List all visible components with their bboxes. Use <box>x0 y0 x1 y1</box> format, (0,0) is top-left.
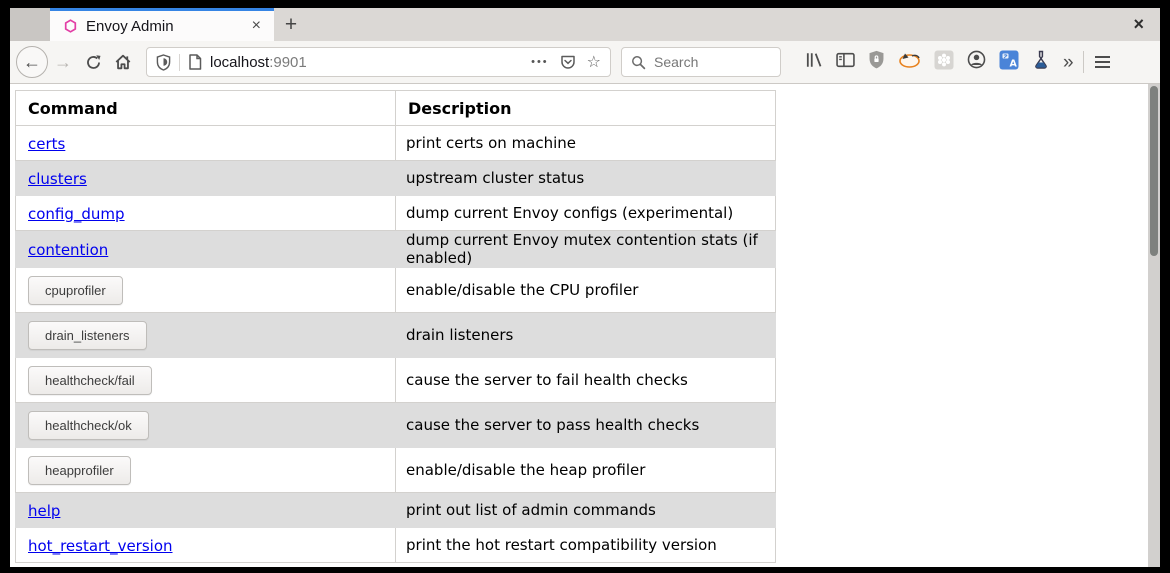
command-button-heapprofiler[interactable]: heapprofiler <box>28 456 131 485</box>
command-button-healthcheck-ok[interactable]: healthcheck/ok <box>28 411 149 440</box>
app-menu-icon[interactable] <box>1093 54 1112 70</box>
command-description: cause the server to fail health checks <box>396 358 776 403</box>
command-description: drain listeners <box>396 313 776 358</box>
tab-envoy-admin[interactable]: Envoy Admin × <box>50 8 274 41</box>
back-button[interactable]: ← <box>16 46 48 78</box>
column-header-description: Description <box>396 91 776 126</box>
column-header-command: Command <box>16 91 396 126</box>
table-row: clusters upstream cluster status <box>16 161 776 196</box>
page-info-icon[interactable] <box>188 54 202 70</box>
command-description: cause the server to pass health checks <box>396 403 776 448</box>
toolbar-separator <box>1083 51 1084 73</box>
command-description: dump current Envoy configs (experimental… <box>396 196 776 231</box>
tracking-protection-shield-icon[interactable] <box>156 54 171 71</box>
translate-extension-icon[interactable]: A <box>999 50 1019 75</box>
tabbar-spacer <box>308 8 1133 41</box>
toolbar-extension-icons: A » <box>805 50 1074 75</box>
table-row: certs print certs on machine <box>16 126 776 161</box>
url-text[interactable]: localhost:9901 <box>210 54 307 71</box>
tab-title: Envoy Admin <box>86 18 249 35</box>
command-description: print certs on machine <box>396 126 776 161</box>
browser-window: Envoy Admin × + × ← → localhost:9901 ••• <box>10 8 1160 567</box>
command-description: print out list of admin commands <box>396 493 776 528</box>
table-row: help print out list of admin commands <box>16 493 776 528</box>
flask-experiments-icon[interactable] <box>1032 50 1050 75</box>
table-row: cpuprofiler enable/disable the CPU profi… <box>16 268 776 313</box>
command-link-hot-restart-version[interactable]: hot_restart_version <box>28 537 173 555</box>
tab-bar: Envoy Admin × + × <box>10 8 1160 41</box>
url-bar[interactable]: localhost:9901 ••• ☆ <box>146 47 611 77</box>
command-description: enable/disable the CPU profiler <box>396 268 776 313</box>
command-link-help[interactable]: help <box>28 502 60 520</box>
command-description: print the hot restart compatibility vers… <box>396 528 776 563</box>
forward-button[interactable]: → <box>48 47 78 77</box>
table-row: hot_restart_version print the hot restar… <box>16 528 776 563</box>
table-row: contention dump current Envoy mutex cont… <box>16 231 776 268</box>
vertical-scrollbar[interactable] <box>1148 84 1160 567</box>
envoy-hexagon-favicon-icon <box>64 19 77 33</box>
table-row: healthcheck/fail cause the server to fai… <box>16 358 776 403</box>
table-row: drain_listeners drain listeners <box>16 313 776 358</box>
search-placeholder: Search <box>654 54 698 70</box>
command-link-clusters[interactable]: clusters <box>28 170 87 188</box>
command-button-healthcheck-fail[interactable]: healthcheck/fail <box>28 366 152 395</box>
sidebar-toggle-icon[interactable] <box>836 52 855 73</box>
admin-commands-table: Command Description certs print certs on… <box>15 90 776 563</box>
pocket-save-icon[interactable] <box>560 54 576 70</box>
window-close-icon[interactable]: × <box>1133 14 1144 35</box>
command-button-drain-listeners[interactable]: drain_listeners <box>28 321 147 350</box>
search-magnifier-icon <box>631 55 646 70</box>
reload-button[interactable] <box>78 47 108 77</box>
new-tab-button[interactable]: + <box>274 8 308 41</box>
page-actions-icon[interactable]: ••• <box>531 56 549 68</box>
command-link-contention[interactable]: contention <box>28 241 108 259</box>
table-row: heapprofiler enable/disable the heap pro… <box>16 448 776 493</box>
svg-text:A: A <box>1010 58 1018 69</box>
command-button-cpuprofiler[interactable]: cpuprofiler <box>28 276 123 305</box>
table-row: config_dump dump current Envoy configs (… <box>16 196 776 231</box>
table-header-row: Command Description <box>16 91 776 126</box>
scrollbar-thumb[interactable] <box>1150 86 1158 256</box>
command-description: enable/disable the heap profiler <box>396 448 776 493</box>
home-button[interactable] <box>108 47 138 77</box>
fox-extension-icon[interactable] <box>898 51 921 73</box>
command-link-certs[interactable]: certs <box>28 135 65 153</box>
library-icon[interactable] <box>805 51 823 74</box>
flower-extension-icon[interactable] <box>934 50 954 75</box>
bookmark-star-icon[interactable]: ☆ <box>587 52 601 72</box>
command-description: upstream cluster status <box>396 161 776 196</box>
url-port: :9901 <box>269 54 307 71</box>
command-description: dump current Envoy mutex contention stat… <box>396 231 776 268</box>
titlebar-spacer <box>10 8 50 41</box>
navigation-toolbar: ← → localhost:9901 ••• ☆ <box>10 41 1160 84</box>
url-host: localhost <box>210 54 269 71</box>
command-link-config-dump[interactable]: config_dump <box>28 205 125 223</box>
search-bar[interactable]: Search <box>621 47 781 77</box>
table-row: healthcheck/ok cause the server to pass … <box>16 403 776 448</box>
protections-shield-lock-icon[interactable] <box>868 50 885 74</box>
toolbar-overflow-chevron-icon[interactable]: » <box>1063 53 1074 72</box>
urlbar-separator <box>179 54 180 71</box>
page-content: Command Description certs print certs on… <box>10 84 1160 567</box>
tab-close-icon[interactable]: × <box>249 17 264 35</box>
account-icon[interactable] <box>967 50 986 74</box>
